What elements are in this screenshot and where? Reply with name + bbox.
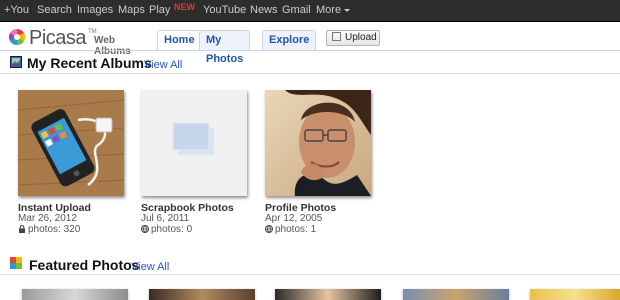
tab-my-photos[interactable]: My Photos	[199, 30, 251, 65]
featured-divider	[0, 274, 620, 275]
globe-icon	[141, 225, 149, 233]
album-date: Jul 6, 2011	[141, 213, 190, 224]
featured-icon	[10, 257, 22, 269]
album-count: photos: 1	[265, 224, 316, 235]
album-count: photos: 320	[18, 224, 80, 235]
gbar-play-link[interactable]: Play NEW	[149, 2, 195, 16]
albums-icon	[10, 56, 22, 68]
play-label: Play	[149, 4, 171, 16]
upload-label: Upload	[345, 32, 377, 43]
picasa-pinwheel-icon	[8, 28, 26, 46]
gbar-news-link[interactable]: News	[250, 4, 278, 16]
gbar-search-link[interactable]: Search	[37, 4, 72, 16]
recent-view-all-link[interactable]: View All	[144, 59, 182, 71]
featured-photo[interactable]	[149, 289, 255, 300]
gbar-images-link[interactable]: Images	[77, 4, 113, 16]
gbar-youtube-link[interactable]: YouTube	[203, 4, 246, 16]
album-cover-portrait[interactable]	[265, 90, 371, 196]
header-divider	[0, 50, 620, 51]
lock-icon	[19, 225, 25, 233]
gbar-more-menu[interactable]: More	[316, 4, 351, 16]
featured-photos-heading: Featured Photos	[29, 257, 140, 273]
google-bar: +You Search Images Maps Play NEW YouTube …	[0, 0, 620, 22]
tab-explore[interactable]: Explore	[262, 30, 317, 50]
album-count-text: photos: 1	[275, 224, 317, 235]
upload-button[interactable]: Upload	[326, 30, 380, 46]
gbar-you-link[interactable]: +You	[4, 4, 29, 16]
featured-view-all-link[interactable]: View All	[131, 261, 169, 273]
globe-icon	[265, 225, 273, 233]
brand-subtitle: Web Albums	[94, 35, 131, 57]
upload-icon	[332, 32, 341, 41]
gbar-maps-link[interactable]: Maps	[118, 4, 145, 16]
featured-photo[interactable]	[275, 289, 381, 300]
album-date: Mar 26, 2012	[18, 213, 77, 224]
album-count-text: photos: 320	[28, 224, 81, 235]
recent-divider	[0, 73, 620, 74]
album-date: Apr 12, 2005	[265, 213, 323, 224]
album-count-text: photos: 0	[151, 224, 193, 235]
album-count: photos: 0	[141, 224, 192, 235]
featured-photo[interactable]	[22, 289, 128, 300]
album-cover-iphone[interactable]	[18, 90, 124, 196]
featured-photo[interactable]	[403, 289, 509, 300]
tab-home[interactable]: Home	[157, 30, 202, 50]
recent-albums-heading: My Recent Albums	[27, 55, 152, 71]
more-label: More	[316, 4, 342, 16]
featured-photo[interactable]	[530, 289, 620, 300]
album-cover-empty[interactable]	[141, 90, 247, 196]
brand-name: Picasa	[29, 27, 87, 49]
new-badge: NEW	[174, 2, 195, 12]
gbar-gmail-link[interactable]: Gmail	[282, 4, 311, 16]
caret-down-icon	[344, 8, 351, 12]
